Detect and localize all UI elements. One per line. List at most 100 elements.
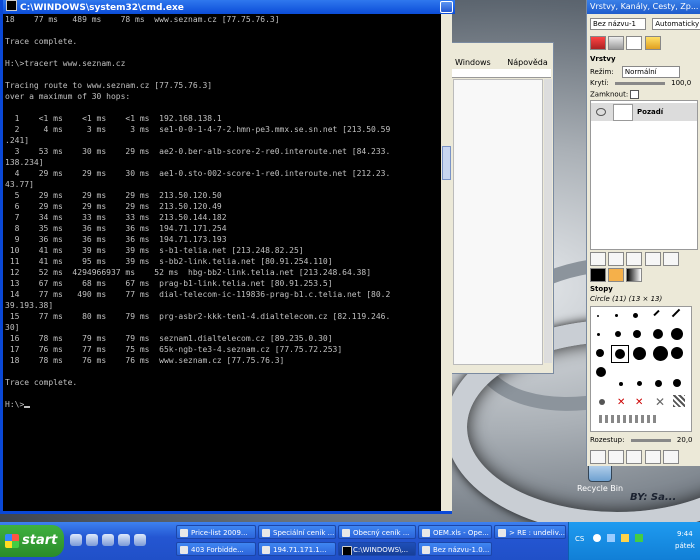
cmd-output[interactable]: 18 77 ms 489 ms 78 ms www.seznam.cz [77.… bbox=[3, 14, 443, 511]
taskbar-button-active[interactable]: C:\WINDOWS\... bbox=[338, 542, 416, 556]
brush-swatch[interactable] bbox=[596, 349, 604, 357]
cmd-scrollbar[interactable] bbox=[441, 14, 452, 511]
taskbar-button[interactable]: Obecný ceník ... bbox=[338, 525, 416, 539]
mode-select[interactable]: Normální bbox=[621, 66, 680, 78]
patterns-tab-icon[interactable] bbox=[608, 268, 625, 282]
opacity-slider[interactable] bbox=[614, 81, 665, 85]
layers-list[interactable]: Pozadí bbox=[590, 100, 698, 250]
console-line: 4 29 ms 29 ms 30 ms ae1-0.sto-002-score-… bbox=[5, 169, 391, 178]
brush-swatch[interactable] bbox=[633, 330, 641, 338]
brushes-tab-icon[interactable] bbox=[590, 268, 606, 282]
brush-swatch[interactable] bbox=[671, 347, 683, 359]
gimp-layers-dock[interactable]: Vrstvy, Kanály, Cesty, Zp... Bez názvu-1… bbox=[586, 0, 700, 466]
brush-swatch[interactable] bbox=[633, 347, 646, 360]
taskbar-button[interactable]: 403 Forbidde... bbox=[176, 542, 256, 556]
console-line: 5 29 ms 29 ms 29 ms 213.50.120.50 bbox=[5, 191, 222, 200]
brush-swatch[interactable] bbox=[655, 380, 662, 387]
minimize-button[interactable] bbox=[440, 1, 453, 13]
delete-layer-icon[interactable] bbox=[662, 252, 679, 266]
brush-swatch[interactable] bbox=[597, 315, 599, 317]
duplicate-brush-icon[interactable] bbox=[626, 450, 643, 464]
canvas-scrollbar[interactable] bbox=[544, 79, 552, 363]
console-prompt-line[interactable]: H:\> bbox=[5, 399, 443, 410]
start-button[interactable]: start bbox=[0, 525, 64, 557]
taskbar-button-label: > RE : undeliv... bbox=[509, 529, 565, 537]
console-line: 6 29 ms 29 ms 29 ms 213.50.120.49 bbox=[5, 202, 222, 211]
gimp-image-window[interactable]: Windows Nápověda bbox=[440, 42, 554, 374]
brush-swatch[interactable] bbox=[599, 415, 659, 423]
brush-swatch[interactable]: ✕ bbox=[655, 395, 665, 409]
clock-day[interactable]: pátek bbox=[675, 542, 695, 550]
taskbar-button-label: Speciální ceník ... bbox=[273, 529, 335, 537]
brush-swatch[interactable] bbox=[599, 399, 605, 405]
lower-layer-icon[interactable] bbox=[626, 252, 643, 266]
brush-swatch[interactable] bbox=[596, 367, 606, 377]
brush-swatch[interactable] bbox=[633, 313, 638, 318]
brush-swatch[interactable] bbox=[619, 382, 623, 386]
language-indicator[interactable]: CS bbox=[575, 535, 584, 543]
brush-swatch[interactable] bbox=[673, 379, 681, 387]
brush-grid[interactable]: ✕ ✕ ✕ bbox=[590, 306, 692, 432]
menu-help[interactable]: Nápověda bbox=[507, 58, 548, 67]
layer-row[interactable]: Pozadí bbox=[591, 103, 697, 121]
mail-icon[interactable] bbox=[118, 533, 130, 546]
duplicate-layer-icon[interactable] bbox=[644, 252, 661, 266]
brush-swatch[interactable] bbox=[615, 314, 618, 317]
volume-icon[interactable] bbox=[621, 534, 629, 542]
console-line: 12 52 ms 4294966937 ms 52 ms hbg-bb2-lin… bbox=[5, 268, 372, 277]
taskbar-button[interactable]: Bez názvu-1.0... bbox=[418, 542, 492, 556]
brush-swatch[interactable]: ✕ bbox=[617, 397, 625, 408]
selected-brush[interactable] bbox=[611, 345, 629, 363]
antivirus-icon[interactable] bbox=[635, 534, 643, 542]
brush-swatch[interactable] bbox=[615, 331, 621, 337]
opacity-value[interactable]: 100,0 bbox=[671, 79, 691, 87]
scrollbar-thumb[interactable] bbox=[442, 146, 451, 180]
new-layer-icon[interactable] bbox=[590, 252, 606, 266]
brush-swatch[interactable] bbox=[671, 328, 683, 340]
explorer-icon[interactable] bbox=[134, 533, 146, 546]
brush-swatch[interactable] bbox=[673, 395, 685, 407]
menu-windows[interactable]: Windows bbox=[455, 58, 491, 67]
taskbar-button[interactable]: Speciální ceník ... bbox=[258, 525, 336, 539]
taskbar-button[interactable]: OEM.xls - Ope... bbox=[418, 525, 492, 539]
help-icon[interactable] bbox=[593, 534, 601, 542]
console-line: 8 35 ms 36 ms 36 ms 194.71.171.254 bbox=[5, 224, 227, 233]
gradients-tab-icon[interactable] bbox=[626, 268, 643, 282]
media-player-icon[interactable] bbox=[102, 533, 114, 546]
lock-checkbox[interactable] bbox=[630, 90, 640, 99]
image-select[interactable]: Bez názvu-1 bbox=[590, 18, 646, 30]
network-icon[interactable] bbox=[607, 534, 615, 542]
brush-swatch[interactable] bbox=[671, 308, 681, 318]
brush-swatch[interactable] bbox=[653, 346, 668, 361]
raise-layer-icon[interactable] bbox=[608, 252, 625, 266]
edit-brush-icon[interactable] bbox=[590, 450, 606, 464]
show-desktop-icon[interactable] bbox=[70, 533, 82, 546]
image-canvas[interactable] bbox=[453, 79, 543, 365]
refresh-brushes-icon[interactable] bbox=[662, 450, 679, 464]
new-brush-icon[interactable] bbox=[608, 450, 625, 464]
console-line: Trace complete. bbox=[5, 37, 78, 46]
taskbar-button[interactable]: 194.71.171.1... bbox=[258, 542, 336, 556]
layer-name[interactable]: Pozadí bbox=[637, 108, 663, 116]
channels-tab-icon[interactable] bbox=[608, 36, 625, 50]
layers-tab-icon[interactable] bbox=[590, 36, 606, 50]
brush-swatch[interactable] bbox=[597, 333, 600, 336]
taskbar-button[interactable]: > RE : undeliv... bbox=[494, 525, 566, 539]
eye-icon[interactable] bbox=[596, 108, 606, 116]
cmd-window[interactable]: C:\WINDOWS\system32\cmd.exe 18 77 ms 489… bbox=[0, 0, 455, 514]
taskbar-button-label: C:\WINDOWS\... bbox=[353, 546, 409, 554]
browser-icon[interactable] bbox=[86, 533, 98, 546]
brush-swatch[interactable]: ✕ bbox=[635, 397, 643, 408]
brush-swatch[interactable] bbox=[637, 381, 642, 386]
spacing-slider[interactable] bbox=[630, 438, 671, 442]
auto-button[interactable]: Automaticky bbox=[652, 18, 700, 30]
taskbar-button[interactable]: Price-list 2009... bbox=[176, 525, 256, 539]
delete-brush-icon[interactable] bbox=[644, 450, 661, 464]
undo-tab-icon[interactable] bbox=[644, 36, 661, 50]
brush-swatch[interactable] bbox=[653, 329, 663, 339]
brush-swatch[interactable] bbox=[653, 309, 660, 317]
paths-tab-icon[interactable] bbox=[626, 36, 643, 50]
spacing-value[interactable]: 20,0 bbox=[677, 436, 693, 444]
cmd-titlebar[interactable]: C:\WINDOWS\system32\cmd.exe bbox=[3, 0, 455, 14]
clock-time[interactable]: 9:44 bbox=[677, 530, 693, 538]
